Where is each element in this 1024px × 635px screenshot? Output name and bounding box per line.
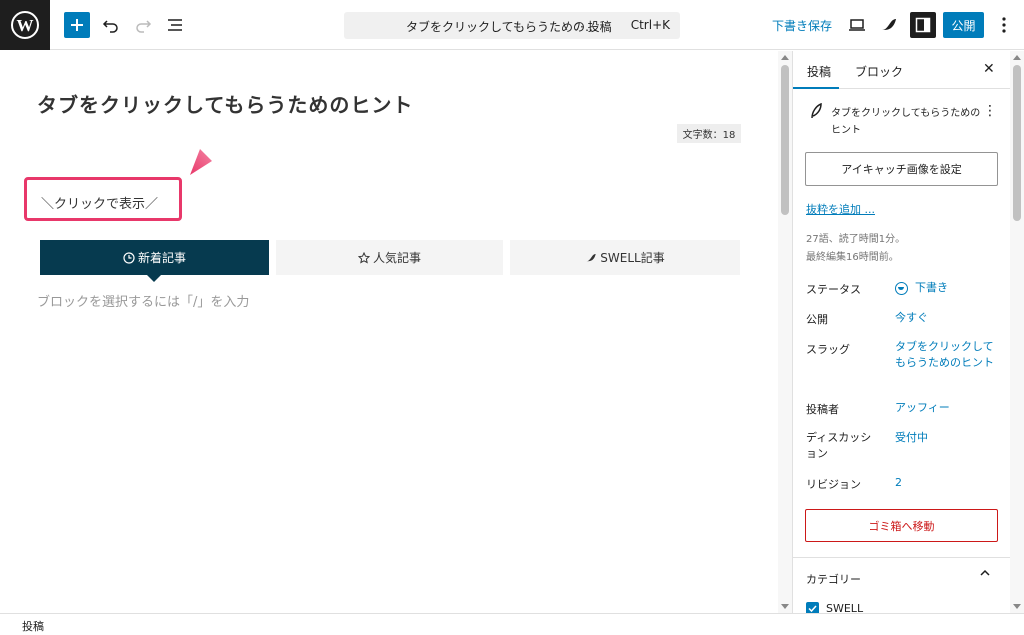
tab-label: SWELL記事	[600, 251, 665, 265]
scroll-down-icon[interactable]	[1013, 604, 1021, 609]
status-label: ステータス	[806, 283, 861, 296]
chevron-up-icon[interactable]	[979, 567, 991, 579]
editor-footer: 投稿	[0, 613, 1024, 635]
wordpress-logo-button[interactable]: W	[0, 0, 50, 50]
document-overview-button[interactable]	[162, 12, 188, 38]
editor-canvas[interactable]: タブをクリックしてもらうためのヒント 文字数：18 ＼クリックで表示／ 新着記事…	[0, 51, 778, 613]
tab-block[interactable]: ブロック	[855, 63, 903, 80]
revision-label: リビジョン	[806, 478, 861, 491]
post-title[interactable]: タブをクリックしてもらうためのヒント	[37, 89, 413, 118]
publish-button[interactable]: 公開	[943, 12, 984, 38]
undo-icon	[102, 20, 118, 33]
feather-icon	[811, 103, 822, 119]
command-post-title: タブをクリックしてもらうための…	[406, 20, 598, 34]
category-label: SWELL	[826, 602, 864, 613]
preview-button[interactable]	[845, 13, 869, 37]
author-value[interactable]: アッフィー	[895, 400, 950, 416]
active-tab-indicator	[793, 87, 839, 89]
set-featured-image-button[interactable]: アイキャッチ画像を設定	[805, 152, 998, 186]
swell-logo-icon	[585, 252, 597, 264]
redo-button[interactable]	[130, 12, 156, 38]
sidebar-tabs: 投稿 ブロック ✕	[793, 51, 1010, 89]
revision-value[interactable]: 2	[895, 475, 902, 491]
pointer-arrow-icon	[190, 127, 238, 175]
command-post-type: · 投稿	[580, 20, 612, 34]
category-checkbox[interactable]	[806, 602, 819, 613]
divider	[793, 557, 1010, 558]
scroll-down-icon[interactable]	[781, 604, 789, 609]
tab-swell-posts[interactable]: SWELL記事	[510, 240, 740, 275]
add-excerpt-link[interactable]: 抜粋を追加 ...	[806, 201, 875, 217]
tab-new-posts[interactable]: 新着記事	[40, 240, 269, 275]
author-label: 投稿者	[806, 403, 839, 416]
svg-text:W: W	[17, 16, 34, 35]
slug-label: スラッグ	[806, 343, 850, 356]
settings-toggle-button[interactable]	[910, 12, 936, 38]
post-list-tabs: 新着記事 人気記事 SWELL記事	[40, 240, 740, 282]
tab-label: 人気記事	[372, 251, 421, 265]
editor-toolbar: W タブをクリックしてもらうための… · 投稿 Ctrl+K 下書き保存 公開	[0, 0, 1024, 50]
tab-post[interactable]: 投稿	[807, 63, 831, 80]
active-tab-pointer	[147, 275, 161, 282]
word-read-time: 27語、読了時間1分。	[806, 234, 906, 245]
status-text: 下書き	[915, 281, 948, 294]
last-edited: 最終編集16時間前。	[806, 252, 899, 263]
more-vertical-icon[interactable]: ⋮	[983, 103, 997, 119]
editor-scrollbar[interactable]	[778, 51, 792, 613]
category-panel-title[interactable]: カテゴリー	[806, 571, 861, 587]
undo-button[interactable]	[98, 12, 124, 38]
wordpress-logo-icon: W	[11, 11, 39, 39]
tab-popular-posts[interactable]: 人気記事	[276, 240, 503, 275]
settings-sidebar: 投稿 ブロック ✕ タブをクリックしてもらうためのヒント ⋮ アイキャッチ画像を…	[792, 51, 1010, 613]
swell-logo-icon	[882, 19, 896, 30]
discussion-value[interactable]: 受付中	[895, 430, 928, 446]
status-value[interactable]: 下書き	[895, 280, 948, 296]
publish-date-value[interactable]: 今すぐ	[895, 310, 928, 326]
draft-status-icon	[895, 281, 908, 295]
clock-icon	[123, 251, 135, 264]
block-placeholder[interactable]: ブロックを選択するには「/」を入力	[37, 291, 249, 310]
click-note-text: ＼クリックで表示／	[41, 197, 159, 212]
plus-icon	[71, 19, 83, 31]
scroll-up-icon[interactable]	[781, 55, 789, 60]
scrollbar-thumb[interactable]	[781, 65, 789, 215]
swell-settings-button[interactable]	[877, 13, 901, 37]
sidebar-panel-icon	[915, 17, 931, 33]
command-palette-bar[interactable]: タブをクリックしてもらうための… · 投稿 Ctrl+K	[344, 12, 680, 39]
close-icon[interactable]: ✕	[983, 61, 995, 77]
laptop-icon	[849, 19, 865, 31]
scrollbar-thumb[interactable]	[1013, 65, 1021, 221]
publish-label: 公開	[806, 313, 828, 326]
star-icon	[357, 251, 370, 264]
command-shortcut: Ctrl+K	[630, 18, 670, 32]
sidebar-post-title: タブをクリックしてもらうためのヒント	[831, 108, 981, 136]
discussion-label: ディスカッション	[806, 431, 872, 460]
check-icon	[808, 605, 817, 613]
slug-value[interactable]: タブをクリックしてもらうためのヒント	[895, 339, 995, 371]
more-vertical-icon	[1002, 17, 1006, 33]
click-note-highlight[interactable]: ＼クリックで表示／	[24, 177, 182, 221]
add-block-button[interactable]	[64, 12, 90, 38]
save-draft-button[interactable]: 下書き保存	[772, 17, 832, 34]
redo-icon	[136, 20, 152, 33]
scroll-up-icon[interactable]	[1013, 55, 1021, 60]
breadcrumb[interactable]: 投稿	[22, 618, 44, 634]
list-view-icon	[168, 19, 182, 31]
tab-label: 新着記事	[137, 251, 186, 265]
word-count-badge: 文字数：18	[677, 124, 741, 143]
move-to-trash-button[interactable]: ゴミ箱へ移動	[805, 509, 998, 542]
sidebar-scrollbar[interactable]	[1010, 51, 1024, 613]
options-menu-button[interactable]	[993, 12, 1015, 38]
